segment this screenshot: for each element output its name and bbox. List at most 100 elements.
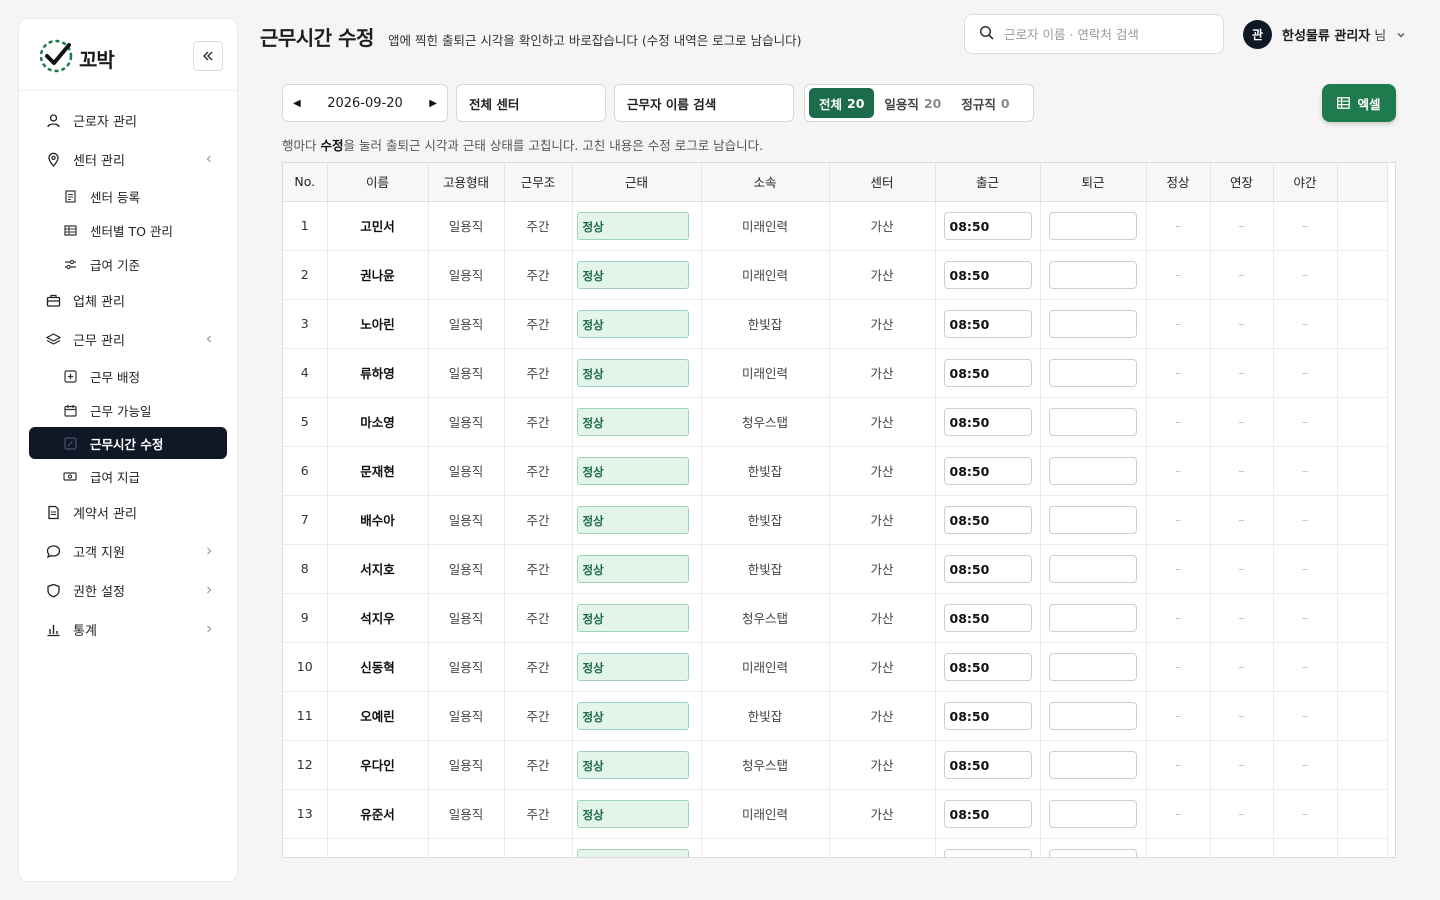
clock-out-input[interactable] [1048,456,1137,485]
table-row[interactable]: 11 오예린 일용직 주간 정상 한빛잡 가산 08:50– – – [283,691,1388,741]
status-select[interactable]: 정상 [576,456,689,485]
clock-in-input[interactable]: 08:50 [943,603,1032,632]
status-select[interactable]: 정상 [576,750,689,779]
sidebar-subitem-9[interactable]: 근무시간 수정 [29,427,227,459]
clock-in-input[interactable]: 08:50 [943,407,1032,436]
table-row[interactable]: 6 문재현 일용직 주간 정상 한빛잡 가산 08:50– – – [283,446,1388,496]
column-header[interactable]: 근무조 [504,163,573,202]
clock-out-input[interactable] [1048,407,1137,436]
clock-out-input[interactable] [1048,505,1137,534]
clock-in-input[interactable]: 08:50 [943,505,1032,534]
status-select[interactable]: 정상 [576,603,689,632]
excel-export-button[interactable]: 엑셀 [1322,84,1396,122]
logo[interactable]: 꼬박 [37,37,115,79]
clock-out-input[interactable] [1048,309,1137,338]
status-select[interactable]: 정상 [576,358,689,387]
sidebar-item-14[interactable]: 통계 [19,610,237,649]
sidebar-item-label: 근무시간 수정 [90,436,164,452]
collapse-sidebar-button[interactable] [193,41,223,71]
segment-2[interactable]: 정규직 0 [951,88,1019,118]
clock-out-input[interactable] [1048,554,1137,583]
sidebar-item-13[interactable]: 권한 설정 [19,571,237,610]
segment-1[interactable]: 일용직 20 [874,88,951,118]
column-header[interactable]: 근태 [572,163,702,202]
worker-search-input[interactable]: 근무자 이름 검색 [614,84,794,122]
table-row[interactable]: 7 배수아 일용직 주간 정상 한빛잡 가산 08:50– – – [283,495,1388,545]
clock-in-input[interactable]: 08:50 [943,652,1032,681]
table-row[interactable]: 10 신동혁 일용직 주간 정상 미래인력 가산 08:50– – – [283,642,1388,692]
employment-type: 일용직 [428,250,505,300]
column-header[interactable]: 퇴근 [1040,163,1147,202]
sidebar-item-11[interactable]: 계약서 관리 [19,493,237,532]
prev-date-icon[interactable]: ◀ [293,98,301,109]
date-picker[interactable]: ◀ 2026-09-20 ▶ [282,84,448,122]
clock-out-input[interactable] [1048,603,1137,632]
table-row[interactable]: 12 우다인 일용직 주간 정상 청우스탭 가산 08:50– – – [283,740,1388,790]
column-header[interactable]: 정상 [1146,163,1211,202]
clock-in-input[interactable]: 08:50 [943,750,1032,779]
clock-out-input[interactable] [1048,701,1137,730]
clock-in-input[interactable]: 08:50 [943,309,1032,338]
status-select[interactable]: 정상 [576,799,689,828]
clock-in-input[interactable]: 08:50 [943,554,1032,583]
status-select[interactable]: 정상 [576,407,689,436]
clock-out-input[interactable] [1048,211,1137,240]
clock-in-input[interactable]: 08:50 [943,211,1032,240]
status-select[interactable]: 정상 [576,260,689,289]
table-row[interactable]: 3 노아린 일용직 주간 정상 한빛잡 가산 08:50– – – [283,299,1388,349]
center-select[interactable]: 전체 센터 [456,84,606,122]
table-row[interactable]: 8 서지호 일용직 주간 정상 한빛잡 가산 08:50– – – [283,544,1388,594]
sidebar-item-1[interactable]: 센터 관리 [19,140,237,179]
table-row[interactable]: 2 권나윤 일용직 주간 정상 미래인력 가산 08:50– – – [283,250,1388,300]
sidebar-item-5[interactable]: 업체 관리 [19,281,237,320]
sidebar-item-0[interactable]: 근로자 관리 [19,101,237,140]
column-header[interactable]: 센터 [829,163,936,202]
user-menu[interactable]: 관 한성물류 관리자 님 [1243,20,1406,49]
global-search[interactable] [964,14,1224,54]
sidebar-subitem-4[interactable]: 급여 기준 [19,247,237,281]
shift: 주간 [504,299,573,349]
table-row[interactable]: 5 마소영 일용직 주간 정상 청우스탭 가산 08:50– – – [283,397,1388,447]
night-hours: – [1273,250,1338,300]
sidebar-subitem-8[interactable]: 근무 가능일 [19,393,237,427]
clock-in-input[interactable]: 08:50 [943,358,1032,387]
clock-out-input[interactable] [1048,652,1137,681]
column-header[interactable]: 소속 [701,163,830,202]
clock-out-input[interactable] [1048,358,1137,387]
sidebar-subitem-3[interactable]: 센터별 TO 관리 [19,213,237,247]
column-header[interactable]: 고용형태 [428,163,505,202]
next-date-icon[interactable]: ▶ [429,98,437,109]
status-select[interactable]: 정상 [576,652,689,681]
search-input[interactable] [1004,26,1204,42]
status-select[interactable]: 정상 [576,554,689,583]
table-row[interactable]: 1 고민서 일용직 주간 정상 미래인력 가산 08:50– – – [283,201,1388,251]
status-select[interactable]: 정상 [576,309,689,338]
clock-in-input[interactable]: 08:50 [943,701,1032,730]
segment-0[interactable]: 전체 20 [809,88,875,118]
status-select[interactable]: 정상 [576,211,689,240]
table-row[interactable]: 4 류하영 일용직 주간 정상 미래인력 가산 08:50– – – [283,348,1388,398]
column-header[interactable]: No. [283,163,328,202]
column-header[interactable]: 야간 [1273,163,1338,202]
clock-out-input[interactable] [1048,750,1137,779]
organization: 한빛잡 [701,495,830,545]
sidebar-item-12[interactable]: 고객 지원 [19,532,237,571]
column-header[interactable]: 출근 [935,163,1041,202]
sidebar-item-6[interactable]: 근무 관리 [19,320,237,359]
table-row[interactable]: 9 석지우 일용직 주간 정상 청우스탭 가산 08:50– – – [283,593,1388,643]
table-row[interactable]: 13 유준서 일용직 주간 정상 미래인력 가산 08:50– – – [283,789,1388,839]
sidebar-subitem-7[interactable]: 근무 배정 [19,359,237,393]
clock-out-input[interactable] [1048,260,1137,289]
status-select[interactable]: 정상 [576,505,689,534]
status-select[interactable]: 정상 [576,701,689,730]
table-header-row: No. 이름 고용형태 근무조 근태 소속 센터 출근 퇴근 정상 연장 야간 [283,163,1388,202]
column-header[interactable]: 이름 [327,163,429,202]
clock-out-input[interactable] [1048,799,1137,828]
clock-in-input[interactable]: 08:50 [943,799,1032,828]
attendance-table-container[interactable]: No. 이름 고용형태 근무조 근태 소속 센터 출근 퇴근 정상 연장 야간 1 고민서 일용직 주간 정상… [282,162,1396,858]
column-header[interactable]: 연장 [1210,163,1274,202]
sidebar-subitem-2[interactable]: 센터 등록 [19,179,237,213]
sidebar-subitem-10[interactable]: 급여 지급 [19,459,237,493]
clock-in-input[interactable]: 08:50 [943,260,1032,289]
clock-in-input[interactable]: 08:50 [943,456,1032,485]
